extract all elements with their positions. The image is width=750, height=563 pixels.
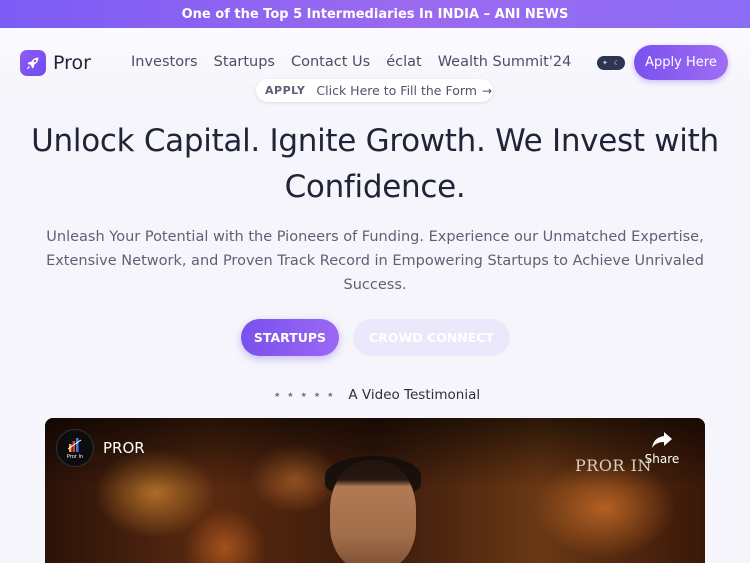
channel-avatar[interactable]: Pror In: [56, 429, 94, 467]
hero-title-line-2: Confidence.: [284, 169, 466, 205]
apply-tag: APPLY: [265, 84, 306, 97]
video-player[interactable]: Pror In PROR PROR IN Share: [45, 418, 705, 563]
channel-caption: Pror In: [66, 453, 84, 460]
apply-here-button[interactable]: Apply Here: [634, 45, 728, 80]
logo-link[interactable]: Pror: [20, 50, 91, 76]
hero-title-line-1: Unlock Capital. Ignite Growth. We Invest…: [31, 123, 719, 159]
crowd-connect-button[interactable]: CROWD CONNECT: [353, 319, 510, 356]
main-nav: Investors Startups Contact Us éclat Weal…: [131, 54, 587, 70]
nav-contact-us[interactable]: Contact Us: [291, 54, 370, 70]
share-button[interactable]: Share: [642, 430, 682, 474]
star-icon: ★: [274, 391, 281, 399]
video-title[interactable]: PROR: [103, 439, 145, 457]
arrow-right-icon: →: [481, 83, 493, 98]
apply-form-link[interactable]: APPLY Click Here to Fill the Form →: [256, 79, 493, 102]
nav-investors[interactable]: Investors: [131, 54, 198, 70]
share-icon: [652, 432, 672, 448]
rocket-icon: [20, 50, 46, 76]
rating-stars: ★ ★ ★ ★ ★: [274, 391, 333, 399]
pror-logo-icon: [68, 437, 82, 452]
logo-text: Pror: [53, 52, 91, 74]
moon-icon: ☾: [613, 58, 621, 67]
nav-wealth-summit[interactable]: Wealth Summit'24: [438, 54, 572, 70]
theme-toggle[interactable]: ✦ ☾: [597, 56, 625, 70]
star-icon: ★: [300, 391, 307, 399]
announcement-text: One of the Top 5 Intermediaries In INDIA…: [181, 6, 569, 22]
star-icon: ★: [287, 391, 294, 399]
startups-button[interactable]: STARTUPS: [241, 319, 339, 356]
hero-title: Unlock Capital. Ignite Growth. We Invest…: [25, 118, 725, 210]
share-label: Share: [644, 452, 680, 466]
testimonial-label: A Video Testimonial: [348, 387, 481, 403]
apply-form-text: Click Here to Fill the Form: [316, 83, 477, 98]
nav-eclat[interactable]: éclat: [386, 54, 422, 70]
video-watermark: PROR IN: [575, 456, 652, 475]
star-icon: ★: [327, 391, 334, 399]
testimonial-heading: ★ ★ ★ ★ ★ A Video Testimonial: [274, 387, 480, 403]
star-icon: ★: [313, 391, 321, 399]
nav-startups[interactable]: Startups: [214, 54, 275, 70]
announcement-bar: One of the Top 5 Intermediaries In INDIA…: [0, 0, 750, 28]
hero-subtitle: Unleash Your Potential with the Pioneers…: [46, 229, 704, 293]
sun-icon: ✦: [601, 58, 608, 67]
cta-row: STARTUPS CROWD CONNECT: [0, 319, 750, 356]
